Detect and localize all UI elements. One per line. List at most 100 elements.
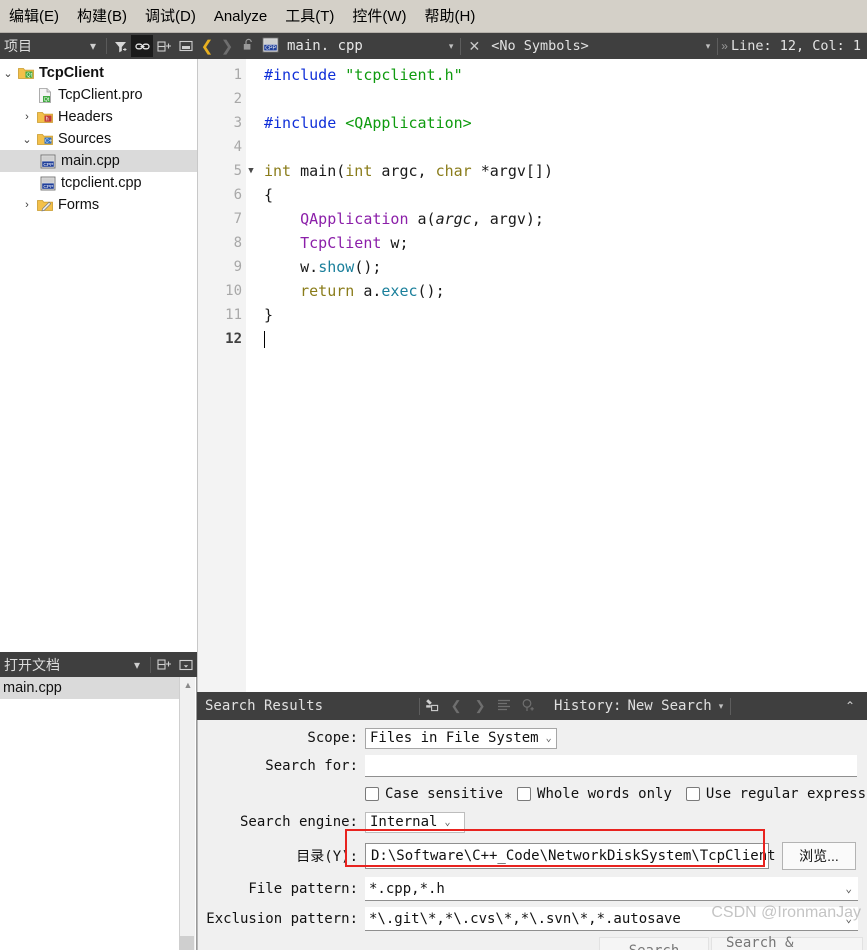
file-pattern-label: File pattern: [248,881,358,897]
tree-item-tcpclient[interactable]: ⌄ Qt TcpClient [0,62,197,84]
code-line[interactable]: 8 TcpClient w; [198,231,867,255]
chevron-down-icon[interactable]: ▾ [699,41,718,52]
filter-search-icon[interactable] [516,698,540,715]
line-column-indicator[interactable]: Line: 12, Col: 1 [731,38,861,54]
code-line[interactable]: 4 [198,135,867,159]
close-icon[interactable]: ✕ [461,38,487,55]
tree-item-label: Headers [58,109,113,125]
scroll-up-icon[interactable]: ▲ [180,677,196,693]
case-sensitive-checkbox[interactable] [365,787,379,801]
code-line[interactable]: 9 w.show(); [198,255,867,279]
chevron-up-icon[interactable]: ⌃ [845,699,867,713]
history-value[interactable]: New Search [621,698,711,714]
clear-search-icon[interactable] [420,698,444,715]
fold-toggle-icon[interactable]: ▼ [242,159,260,183]
whole-words-checkbox[interactable] [517,787,532,801]
open-documents-scrollbar[interactable]: ▲ ▼ [179,677,195,950]
next-icon[interactable]: ❯ [468,698,492,714]
chevron-down-icon: ⌄ [845,912,852,925]
code-line[interactable]: 3 #include <QApplication> [198,111,867,135]
code-line[interactable]: 11} [198,303,867,327]
open-documents-list[interactable]: main.cpp ▲ ▼ [0,677,197,950]
code-line[interactable]: 5 ▼ int main(int argc, char *argv[]) [198,159,867,183]
qt-pro-file-icon: Qt [35,87,54,103]
tree-item-headers[interactable]: › h Headers [0,106,197,128]
svg-text:CPP: CPP [43,183,53,189]
search-for-input[interactable] [365,755,857,777]
search-results-header: Search Results ❮ ❯ History: New Search ▾… [197,692,867,720]
line-number: 10 [225,283,242,299]
chevron-right-icon[interactable]: › [19,111,35,123]
chevron-down-icon[interactable]: ▾ [712,701,731,712]
directory-input[interactable]: D:\Software\C++_Code\NetworkDiskSystem\T… [365,843,776,869]
menu-item-window[interactable]: 控件(W) [343,0,415,33]
browse-button[interactable]: 浏览... [782,842,856,870]
code-editor[interactable]: 1 #include "tcpclient.h" 2 3 #include <QAppl… [197,59,867,692]
unlocked-icon[interactable] [237,38,259,54]
menu-item-help[interactable]: 帮助(H) [416,0,485,33]
tree-item-main-cpp[interactable]: CPP main.cpp [0,150,197,172]
chevron-down-icon[interactable]: ⌄ [19,133,35,146]
search-button[interactable]: Search [599,937,709,950]
code-line[interactable]: 10 return a.exec(); [198,279,867,303]
tree-item-forms[interactable]: › Forms [0,194,197,216]
previous-icon[interactable]: ❮ [444,698,468,714]
chevron-down-icon[interactable]: ▾ [442,41,461,52]
code-line[interactable]: 1 #include "tcpclient.h" [198,63,867,87]
search-engine-select[interactable]: Internal ⌄ [365,811,465,833]
code-line[interactable]: 7 QApplication a(argc, argv); [198,207,867,231]
chevron-down-icon: ⌄ [444,816,451,828]
scope-select[interactable]: Files in File System ⌄ [365,727,557,749]
filter-icon[interactable] [109,35,131,57]
split-icon[interactable] [153,654,175,676]
whole-words-label: Whole words only [537,786,672,802]
project-tree[interactable]: ⌄ Qt TcpClient Qt TcpClient.pro › h Head… [0,59,197,652]
code-text: #include "tcpclient.h" [264,66,463,84]
code-text: } [264,306,274,324]
exclusion-pattern-label: Exclusion pattern: [206,911,358,927]
exclusion-pattern-combo[interactable]: *\.git\*,*\.cvs\*,*\.svn\*,*.autosave ⌄ [365,907,858,931]
line-number: 7 [233,211,242,227]
menu-item-debug[interactable]: 调试(D) [136,0,205,33]
tree-item-tcpclient-cpp[interactable]: CPP tcpclient.cpp [0,172,197,194]
cpp-file-icon: CPP [259,37,281,56]
chevron-right-icon[interactable]: › [19,199,35,211]
menu-item-tools[interactable]: 工具(T) [276,0,343,33]
regex-checkbox[interactable] [685,787,700,801]
chevron-down-icon[interactable]: ▾ [126,654,148,676]
headers-folder-icon: h [35,110,54,124]
minimize-icon[interactable] [175,35,197,57]
chevron-down-icon[interactable]: ⌄ [0,67,16,80]
menu-item-build[interactable]: 构建(B) [68,0,136,33]
code-lines[interactable]: 1 #include "tcpclient.h" 2 3 #include <QAppl… [198,63,867,351]
file-pattern-combo[interactable]: *.cpp,*.h ⌄ [365,877,858,901]
split-icon[interactable] [153,35,175,57]
code-line[interactable]: 6{ [198,183,867,207]
symbols-selector[interactable]: <No Symbols> [487,38,589,54]
sources-folder-icon: C+ [35,132,54,146]
double-chevron-right-icon[interactable]: » [718,39,731,53]
line-number: 5 [233,163,242,179]
list-icon[interactable] [492,699,516,714]
chevron-right-icon[interactable]: ❯ [217,37,237,55]
bottom-scroll-handle[interactable] [180,936,194,950]
cpp-file-icon: CPP [38,154,57,169]
search-replace-button[interactable]: Search & Replace [711,935,863,950]
menu-item-edit[interactable]: 编辑(E) [0,0,68,33]
code-text: return a.exec(); [300,282,445,300]
svg-text:C+: C+ [45,139,52,145]
menu-item-analyze[interactable]: Analyze [205,0,276,33]
open-document-item[interactable]: main.cpp [0,677,180,699]
chevron-left-icon[interactable]: ❮ [197,37,217,55]
chevron-down-icon[interactable]: ▾ [82,35,104,57]
search-for-label: Search for: [265,758,358,774]
link-icon[interactable] [131,35,153,57]
minimize-icon[interactable] [175,654,197,676]
code-line[interactable]: 2 [198,87,867,111]
search-engine-value: Internal [370,814,438,830]
menu-bar: 编辑(E) 构建(B) 调试(D) Analyze 工具(T) 控件(W) 帮助… [0,0,867,33]
editor-filename[interactable]: main. cpp [281,38,363,54]
code-line[interactable]: 12 [198,327,867,351]
tree-item-tcpclient-pro[interactable]: Qt TcpClient.pro [0,84,197,106]
tree-item-sources[interactable]: ⌄ C+ Sources [0,128,197,150]
